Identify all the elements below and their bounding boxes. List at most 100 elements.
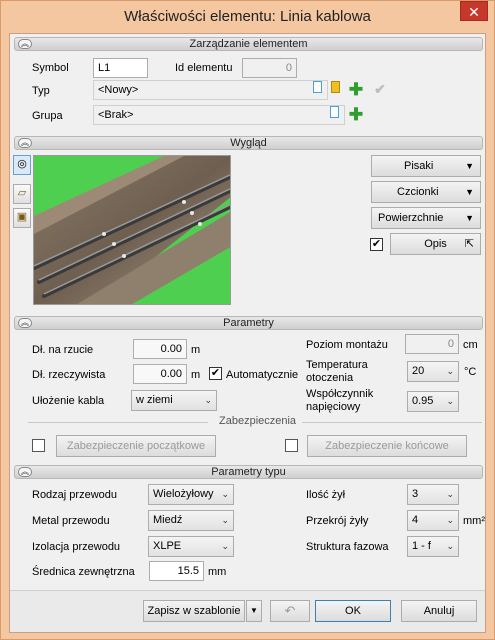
save-template-button[interactable]: Zapisz w szablonie	[143, 600, 245, 622]
section-title: Parametry typu	[211, 466, 286, 478]
type-label: Typ	[32, 85, 50, 97]
divider	[302, 422, 482, 423]
confirm-type-icon: ✔	[374, 81, 386, 97]
diameter-label: Średnica zewnętrzna	[32, 566, 135, 578]
dropdown-arrow-icon: ▼	[465, 213, 474, 223]
phase-structure-label: Struktura fazowa	[306, 541, 389, 553]
projection-length-input: 0.00	[133, 339, 187, 359]
end-protection-button[interactable]: Zabezpieczenie końcowe	[307, 435, 467, 457]
chevron-down-icon: ⌄	[446, 366, 454, 376]
dialog-window: Właściwości elementu: Linia kablowa ✕ ︽ …	[0, 0, 495, 640]
description-label: Opis	[424, 238, 447, 250]
open-arrow-icon: ⇱	[464, 238, 474, 250]
divider	[28, 422, 208, 423]
real-length-unit: m	[191, 369, 201, 381]
temperature-label-2: otoczenia	[306, 372, 354, 384]
core-section-unit: mm²	[463, 515, 485, 527]
temperature-unit: °C	[464, 366, 477, 378]
coefficient-label-2: napięciowy	[306, 401, 361, 413]
section-parameters-header[interactable]: ︽ Parametry	[14, 316, 483, 330]
section-appearance-header[interactable]: ︽ Wygląd	[14, 136, 483, 150]
dialog-body: ︽ Zarządzanie elementem Symbol L1 Id ele…	[9, 33, 486, 633]
type-field[interactable]: <Nowy>	[93, 80, 328, 100]
add-type-icon[interactable]: ✚	[347, 81, 365, 99]
laying-select[interactable]: w ziemi ⌄	[131, 390, 217, 411]
cube-icon[interactable]: ▣	[13, 208, 31, 228]
group-label: Grupa	[32, 110, 63, 122]
diameter-unit: mm	[208, 566, 227, 578]
chevron-down-icon: ⌄	[204, 395, 212, 405]
type-favorite-icon[interactable]	[326, 81, 344, 99]
chevron-down-icon: ⌄	[446, 489, 454, 499]
save-template-dropdown-icon[interactable]: ▼	[246, 600, 262, 622]
temperature-value: 20	[412, 365, 425, 377]
mount-level-label: Poziom montażu	[306, 339, 388, 351]
id-input: 0	[242, 58, 297, 78]
chevron-down-icon: ⌄	[221, 489, 229, 499]
laying-label: Ułożenie kabla	[32, 395, 105, 407]
section-type-parameters-header[interactable]: ︽ Parametry typu	[14, 465, 483, 479]
surfaces-button[interactable]: Powierzchnie ▼	[371, 207, 481, 229]
core-section-select[interactable]: 4 ⌄	[407, 510, 459, 531]
real-length-input: 0.00	[133, 364, 187, 384]
chevron-down-icon: ⌄	[446, 541, 454, 551]
dropdown-arrow-icon: ▼	[465, 161, 474, 171]
start-protection-button[interactable]: Zabezpieczenie początkowe	[56, 435, 216, 457]
conductor-type-select[interactable]: Wielożyłowy ⌄	[148, 484, 234, 505]
group-browse-icon[interactable]	[325, 106, 343, 124]
camera-icon[interactable]: ◎	[13, 155, 31, 175]
temperature-select[interactable]: 20 ⌄	[407, 361, 459, 382]
cores-select[interactable]: 3 ⌄	[407, 484, 459, 505]
close-button[interactable]: ✕	[460, 1, 488, 21]
mount-level-unit: cm	[463, 339, 478, 351]
conductor-type-label: Rodzaj przewodu	[32, 489, 117, 501]
core-section-label: Przekrój żyły	[306, 515, 369, 527]
section-title: Wygląd	[230, 137, 267, 149]
core-section-value: 4	[412, 514, 419, 526]
add-group-icon[interactable]: ✚	[347, 106, 365, 124]
diameter-input[interactable]: 15.5	[149, 561, 204, 581]
projection-length-unit: m	[191, 344, 201, 356]
temperature-label-1: Temperatura	[306, 359, 368, 371]
chevron-down-icon: ⌄	[446, 396, 454, 406]
pens-label: Pisaki	[404, 160, 434, 172]
metal-label: Metal przewodu	[32, 515, 110, 527]
pens-button[interactable]: Pisaki ▼	[371, 155, 481, 177]
phase-structure-select[interactable]: 1 - f ⌄	[407, 536, 459, 557]
cores-label: Ilość żył	[306, 489, 346, 501]
section-management-header[interactable]: ︽ Zarządzanie elementem	[14, 37, 483, 51]
undo-icon[interactable]: ↶	[270, 600, 310, 622]
start-protection-checkbox[interactable]	[32, 439, 45, 452]
fonts-label: Czcionki	[397, 186, 439, 198]
ok-button[interactable]: OK	[315, 600, 391, 622]
projection-length-label: Dł. na rzucie	[32, 344, 94, 356]
group-field[interactable]: <Brak>	[93, 105, 345, 125]
chevron-down-icon: ⌄	[221, 515, 229, 525]
real-length-label: Dł. rzeczywista	[32, 369, 106, 381]
automatic-checkbox[interactable]: ✔	[209, 367, 222, 380]
symbol-input[interactable]: L1	[93, 58, 148, 78]
cancel-button[interactable]: Anuluj	[401, 600, 477, 622]
dropdown-arrow-icon: ▼	[465, 187, 474, 197]
metal-select[interactable]: Miedź ⌄	[148, 510, 234, 531]
window-title: Właściwości elementu: Linia kablowa	[124, 8, 371, 25]
collapse-chevron-icon: ︽	[18, 39, 32, 49]
type-browse-icon[interactable]	[308, 81, 326, 99]
symbol-label: Symbol	[32, 62, 69, 74]
folder-icon[interactable]: ▱	[13, 184, 31, 204]
chevron-down-icon: ⌄	[446, 515, 454, 525]
end-protection-checkbox[interactable]	[285, 439, 298, 452]
laying-value: w ziemi	[136, 394, 173, 406]
protection-title: Zabezpieczenia	[219, 415, 297, 427]
insulation-select[interactable]: XLPE ⌄	[148, 536, 234, 557]
description-checkbox[interactable]: ✔	[370, 238, 383, 251]
mount-level-input: 0	[405, 334, 459, 354]
cable-preview-image	[33, 155, 231, 305]
surfaces-label: Powierzchnie	[378, 212, 444, 224]
description-button[interactable]: Opis ⇱	[390, 233, 481, 255]
collapse-chevron-icon: ︽	[18, 467, 32, 477]
coefficient-select[interactable]: 0.95 ⌄	[407, 391, 459, 412]
phase-structure-value: 1 - f	[412, 540, 431, 552]
coefficient-label-1: Współczynnik	[306, 388, 374, 400]
fonts-button[interactable]: Czcionki ▼	[371, 181, 481, 203]
